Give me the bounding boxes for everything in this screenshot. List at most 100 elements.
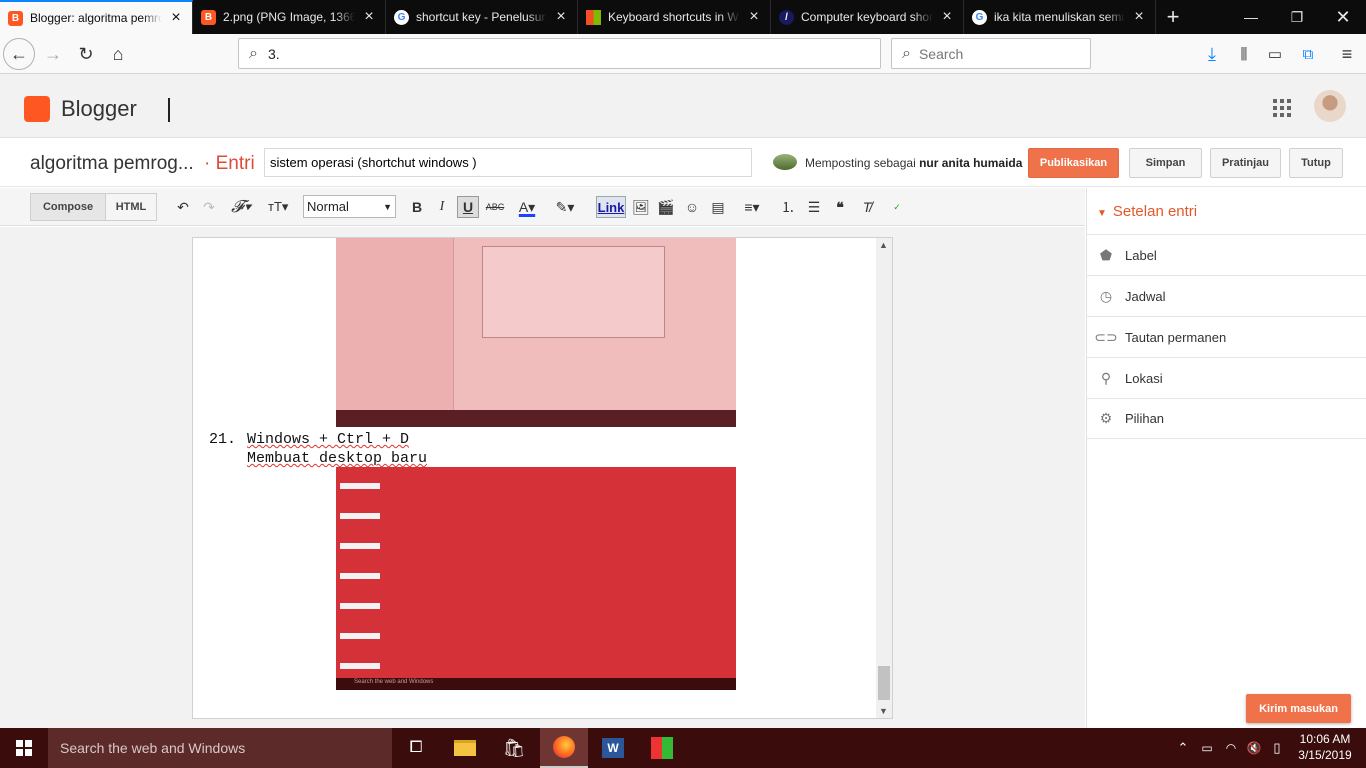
sidebar-icon[interactable]: ▭ (1259, 38, 1291, 70)
back-icon[interactable]: ← (3, 38, 35, 70)
emoji-icon[interactable]: ☺ (682, 196, 702, 218)
compose-mode-button[interactable]: Compose (30, 193, 106, 221)
undo-icon[interactable]: ↶ (173, 196, 193, 218)
file-explorer-icon[interactable] (441, 728, 489, 768)
word-icon[interactable]: W (589, 728, 637, 768)
posting-as-user: nur anita humaida (919, 156, 1023, 170)
forward-icon[interactable]: → (37, 38, 69, 70)
close-tab-icon[interactable]: × (553, 8, 569, 26)
bold-icon[interactable]: B (407, 196, 427, 218)
bullet-list-icon[interactable]: ☰ (804, 196, 824, 218)
search-icon: ⌕ (902, 44, 911, 62)
settings-item-options[interactable]: ⚙ Pilihan (1087, 398, 1366, 439)
app-icon[interactable] (638, 728, 686, 768)
close-tab-icon[interactable]: × (746, 8, 762, 26)
browser-search-input[interactable]: ⌕ Search (891, 38, 1091, 69)
library-icon[interactable]: ⫼ (1228, 38, 1260, 70)
gear-icon: ⚙ (1099, 410, 1113, 426)
blogger-brand[interactable]: Blogger (61, 96, 137, 122)
site-icon: / (779, 9, 794, 25)
text-color-icon[interactable]: A▾ (517, 196, 537, 218)
post-title-input[interactable] (264, 148, 752, 177)
link-button[interactable]: Link (596, 196, 626, 218)
chevron-up-icon[interactable]: ⌃ (1172, 728, 1194, 768)
close-tab-icon[interactable]: × (1131, 8, 1147, 26)
publish-button[interactable]: Publikasikan (1028, 148, 1119, 178)
clear-format-icon[interactable]: T̸ (857, 196, 877, 218)
chevron-down-icon: ▼ (383, 201, 392, 212)
battery-icon[interactable]: ▭ (1196, 728, 1218, 768)
preview-button[interactable]: Pratinjau (1210, 148, 1281, 178)
blogger-logo-icon[interactable] (24, 96, 50, 122)
restore-icon[interactable]: ❐ (1274, 0, 1320, 34)
menu-icon[interactable]: ≡ (1331, 38, 1363, 70)
download-icon[interactable]: ⤓ (1196, 38, 1228, 70)
close-tab-icon[interactable]: × (361, 8, 377, 26)
blog-title[interactable]: algoritma pemrog... (30, 153, 194, 175)
font-family-icon[interactable]: 𝓕▾ (231, 196, 251, 218)
spellcheck-icon[interactable]: ✓ (887, 196, 907, 218)
google-icon: G (394, 9, 409, 25)
image-taskbar (336, 410, 736, 427)
screenshot-icon[interactable]: ⧉ (1292, 38, 1324, 70)
post-settings-panel: ▼ Setelan entri ⬟ Label ◷ Jadwal ⊂⊃ Tautan p… (1086, 188, 1366, 728)
italic-icon[interactable]: I (432, 196, 452, 218)
font-size-icon[interactable]: тT▾ (268, 196, 288, 218)
desktop-screenshot-image[interactable]: Search the web and Windows (336, 467, 736, 690)
settings-item-text: Lokasi (1125, 370, 1163, 386)
html-mode-button[interactable]: HTML (105, 193, 157, 221)
settings-item-schedule[interactable]: ◷ Jadwal (1087, 275, 1366, 316)
notification-icon[interactable]: ▯ (1266, 728, 1288, 768)
home-icon[interactable]: ⌂ (102, 38, 134, 70)
redo-icon[interactable]: ↷ (199, 196, 219, 218)
reload-icon[interactable]: ↻ (70, 38, 102, 70)
browser-tab[interactable]: G ika kita menuliskan semu × (964, 0, 1156, 34)
clock-date: 3/15/2019 (1298, 748, 1352, 762)
store-icon[interactable]: 🛍 (490, 728, 538, 768)
volume-icon[interactable]: 🔇 (1243, 728, 1265, 768)
link-icon: ⊂⊃ (1094, 328, 1118, 345)
settings-item-permalink[interactable]: ⊂⊃ Tautan permanen (1087, 316, 1366, 357)
close-tab-icon[interactable]: × (168, 9, 184, 27)
close-tab-icon[interactable]: × (939, 8, 955, 26)
apps-grid-icon[interactable] (1273, 99, 1291, 117)
browser-tab[interactable]: B 2.png (PNG Image, 1366 × (193, 0, 386, 34)
jump-break-icon[interactable]: ▤ (708, 196, 728, 218)
editor-scrollbar[interactable]: ▲ ▼ (876, 238, 892, 718)
task-view-icon[interactable]: ⧠ (392, 728, 440, 768)
video-icon[interactable]: 🎬 (656, 196, 676, 218)
save-button[interactable]: Simpan (1129, 148, 1202, 178)
send-feedback-button[interactable]: Kirim masukan (1246, 694, 1351, 723)
wifi-icon[interactable]: ◠ (1220, 728, 1242, 768)
settings-item-location[interactable]: ⚲ Lokasi (1087, 357, 1366, 398)
screenshot-image[interactable] (336, 238, 736, 427)
quote-icon[interactable]: ❝ (830, 196, 850, 218)
browser-tab[interactable]: G shortcut key - Penelusura × (386, 0, 578, 34)
align-icon[interactable]: ≡▾ (742, 196, 762, 218)
strikethrough-icon[interactable]: ABC (485, 196, 505, 218)
new-tab-icon[interactable]: + (1156, 0, 1190, 34)
numbered-list-icon[interactable]: ⒈ (778, 196, 798, 218)
image-icon[interactable]: 🖼 (631, 196, 651, 218)
post-settings-header[interactable]: ▼ Setelan entri (1097, 203, 1197, 220)
scroll-down-icon[interactable]: ▼ (879, 706, 888, 716)
avatar[interactable] (1314, 90, 1346, 122)
close-button[interactable]: Tutup (1289, 148, 1343, 178)
close-window-icon[interactable]: ✕ (1320, 0, 1366, 34)
browser-tab[interactable]: Keyboard shortcuts in Wi × (578, 0, 771, 34)
post-body-editor[interactable]: 21. Windows + Ctrl + D Membuat desktop b… (192, 237, 893, 719)
firefox-icon[interactable] (540, 728, 588, 768)
browser-tab[interactable]: B Blogger: algoritma pemrog × (0, 0, 193, 34)
scroll-up-icon[interactable]: ▲ (879, 240, 888, 250)
scrollbar-thumb[interactable] (878, 666, 890, 700)
start-button[interactable] (0, 728, 48, 768)
highlight-color-icon[interactable]: ✎▾ (555, 196, 575, 218)
underline-icon[interactable]: U (457, 196, 479, 218)
url-bar[interactable]: ⌕ 3. (238, 38, 881, 69)
taskbar-clock[interactable]: 10:06 AM 3/15/2019 (1290, 731, 1360, 763)
settings-item-label[interactable]: ⬟ Label (1087, 234, 1366, 275)
browser-tab[interactable]: / Computer keyboard shor × (771, 0, 964, 34)
format-select[interactable]: Normal ▼ (303, 195, 396, 218)
minimize-icon[interactable]: — (1228, 0, 1274, 34)
taskbar-search-input[interactable]: Search the web and Windows (48, 728, 392, 768)
